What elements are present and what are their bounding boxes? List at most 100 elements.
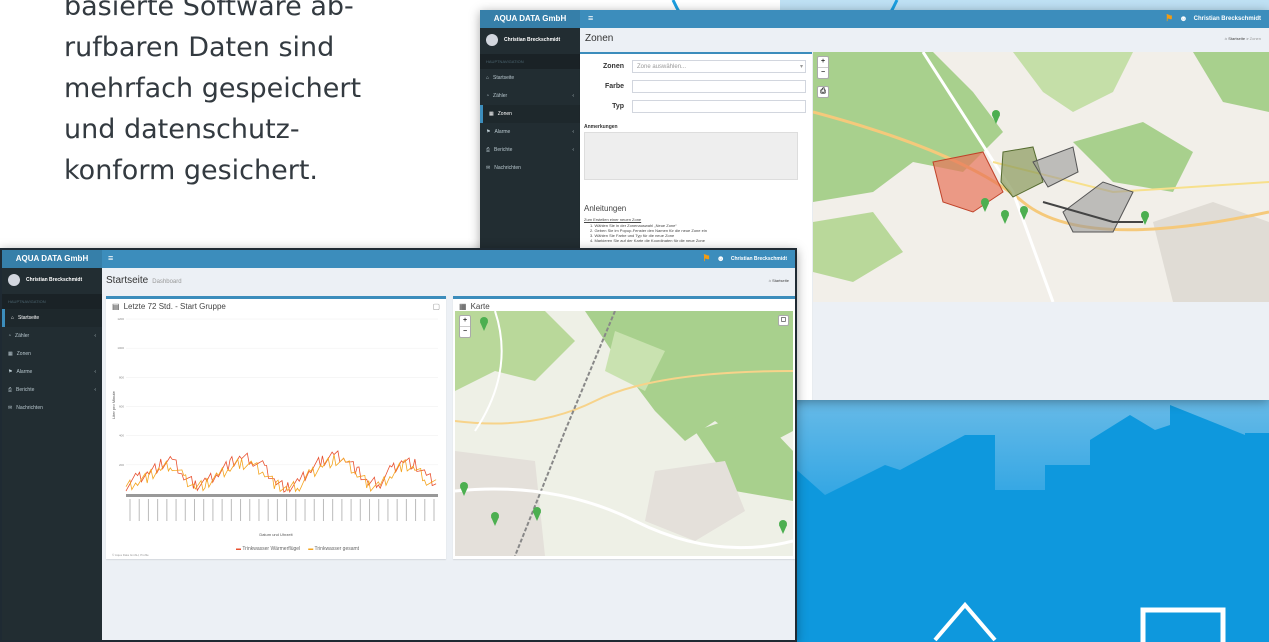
- x-tick-label: [240, 499, 242, 521]
- x-tick-label: [157, 499, 159, 521]
- type-field[interactable]: [632, 100, 806, 113]
- instructions-title: Anleitungen: [584, 204, 627, 213]
- x-tick-label: [221, 499, 223, 521]
- x-tick-label: [341, 499, 343, 521]
- nav-label: Alarme: [16, 369, 33, 375]
- sidebar-item-berichte[interactable]: ⎙ Berichte ‹: [2, 381, 102, 399]
- user-name: Christian Breckschmidt: [26, 277, 83, 283]
- map-box-header: ▦ Karte: [459, 302, 490, 311]
- y-tick-label: 1000: [117, 346, 124, 350]
- x-tick-label: [304, 499, 306, 521]
- sidebar-item-zaehler[interactable]: ◔ Zähler ‹: [2, 327, 102, 345]
- sidebar-item-nachrichten[interactable]: ✉ Nachrichten: [480, 159, 580, 177]
- nav-label: Berichte: [494, 147, 513, 153]
- nav-label: Alarme: [494, 129, 511, 135]
- breadcrumb-current: Zonen: [1249, 36, 1261, 41]
- user-menu[interactable]: ⚑ ☻ Christian Breckschmidt: [1165, 13, 1261, 24]
- series-line: [125, 450, 437, 494]
- fullscreen-icon[interactable]: ▢: [778, 315, 789, 326]
- print-icon[interactable]: ⎙: [817, 86, 829, 98]
- zone-select[interactable]: Zone auswählen... ▾: [632, 60, 806, 73]
- x-tick-label: [184, 499, 186, 521]
- sidebar-item-berichte[interactable]: ⎙ Berichte ‹: [480, 141, 580, 159]
- x-tick-label: [369, 499, 371, 521]
- nav-header: HAUPTNAVIGATION: [480, 54, 580, 69]
- user-icon: ☻: [716, 254, 725, 263]
- promo-text: basierte Software ab- rufbaren Daten sin…: [64, 0, 424, 191]
- sidebar-item-nachrichten[interactable]: ✉ Nachrichten: [2, 399, 102, 417]
- promo-line: konform gesichert.: [64, 155, 318, 186]
- home-map-tiles: [455, 311, 793, 556]
- line-chart: Liter pro Minute Datum und Uhrzeit 200 40…: [111, 317, 438, 537]
- bell-icon[interactable]: ⚑: [1165, 13, 1173, 24]
- y-tick-label: 800: [119, 375, 124, 379]
- notes-label: Anmerkungen: [584, 124, 618, 130]
- sidebar-item-zaehler[interactable]: ◔ Zähler ‹: [480, 87, 580, 105]
- y-axis-label: Liter pro Minute: [111, 390, 116, 419]
- x-tick-label: [276, 499, 278, 521]
- breadcrumb-home[interactable]: Startseite: [772, 278, 789, 283]
- user-name: Christian Breckschmidt: [730, 255, 787, 262]
- chart-footer: © Aqua Data GmbH, Profile: [112, 553, 149, 557]
- sidebar-item-alarme[interactable]: ⚑ Alarme ‹: [480, 123, 580, 141]
- zoom-out-icon[interactable]: −: [460, 326, 470, 337]
- notes-textarea[interactable]: [584, 132, 798, 180]
- sidebar-item-zonen[interactable]: ▦ Zonen: [2, 345, 102, 363]
- home-map[interactable]: + − ▢: [455, 311, 793, 556]
- x-tick-label: [147, 499, 149, 521]
- menu-toggle-icon[interactable]: ≡: [588, 13, 593, 23]
- legend-item[interactable]: ▬ Trinkwasser gesamt: [308, 546, 359, 552]
- zones-map[interactable]: + − ⎙: [813, 52, 1269, 302]
- x-tick-label: [258, 499, 260, 521]
- type-row: Typ: [588, 100, 806, 113]
- legend-label: Trinkwasser Wärmerflügel: [242, 546, 301, 552]
- brand-logo[interactable]: AQUA DATA GmbH: [480, 10, 580, 28]
- x-tick-label: [267, 499, 269, 521]
- brand-logo[interactable]: AQUA DATA GmbH: [2, 250, 102, 268]
- x-tick-label: [332, 499, 334, 521]
- zoom-in-icon[interactable]: +: [818, 57, 828, 67]
- sidebar-item-startseite[interactable]: ⌂ Startseite: [480, 69, 580, 87]
- x-tick-label: [286, 499, 288, 521]
- map-zoom-control: + −: [817, 56, 829, 79]
- print-icon: ⎙: [8, 387, 13, 393]
- map-icon: ▦: [8, 351, 13, 357]
- zone-label: Zonen: [603, 63, 624, 70]
- color-field[interactable]: [632, 80, 806, 93]
- y-tick-label: 600: [119, 405, 124, 409]
- legend-label: Trinkwasser gesamt: [314, 546, 360, 552]
- x-tick-label: [359, 499, 361, 521]
- sidebar-item-zonen[interactable]: ▦ Zonen: [480, 105, 580, 123]
- instruction-step: 4. Markieren Sie auf der Karte die Koord…: [590, 238, 705, 243]
- nav-label: Berichte: [16, 387, 35, 393]
- x-tick-label: [166, 499, 168, 521]
- user-menu[interactable]: ⚑ ☻ Christian Breckschmidt: [702, 253, 787, 264]
- sidebar-item-startseite[interactable]: ⌂ Startseite: [2, 309, 102, 327]
- user-name: Christian Breckschmidt: [1193, 15, 1261, 22]
- page-title-text: Startseite: [106, 275, 149, 286]
- x-tick-label: [350, 499, 352, 521]
- x-tick-label: [405, 499, 407, 521]
- sidebar-item-alarme[interactable]: ⚑ Alarme ‹: [2, 363, 102, 381]
- chart-legend: ▬ Trinkwasser Wärmerflügel ▬ Trinkwasser…: [236, 546, 359, 552]
- legend-item[interactable]: ▬ Trinkwasser Wärmerflügel: [236, 546, 300, 552]
- chevron-left-icon: ‹: [572, 147, 574, 153]
- zoom-in-icon[interactable]: +: [460, 316, 470, 326]
- x-tick-label: [203, 499, 205, 521]
- chart-box: ▤ Letzte 72 Std. - Start Gruppe ▢ Liter …: [106, 296, 446, 559]
- promo-line: rufbaren Daten sind: [64, 32, 335, 63]
- envelope-icon: ✉: [486, 165, 491, 171]
- page-title: Zonen: [585, 33, 614, 44]
- menu-toggle-icon[interactable]: ≡: [108, 253, 113, 263]
- map-icon: ▦: [489, 111, 494, 117]
- sidebar: Christian Breckschmidt HAUPTNAVIGATION ⌂…: [2, 268, 102, 640]
- bell-icon: ⚑: [8, 369, 13, 375]
- zoom-out-icon[interactable]: −: [818, 67, 828, 78]
- bell-icon[interactable]: ⚑: [702, 253, 710, 264]
- top-navbar: AQUA DATA GmbH ≡ ⚑ ☻ Christian Breckschm…: [480, 10, 1269, 28]
- breadcrumb-home[interactable]: Startseite: [1228, 36, 1245, 41]
- series-line: [125, 454, 437, 493]
- zones-map-tiles: [813, 52, 1269, 302]
- chevron-left-icon: ‹: [572, 129, 574, 135]
- avatar: [8, 274, 20, 286]
